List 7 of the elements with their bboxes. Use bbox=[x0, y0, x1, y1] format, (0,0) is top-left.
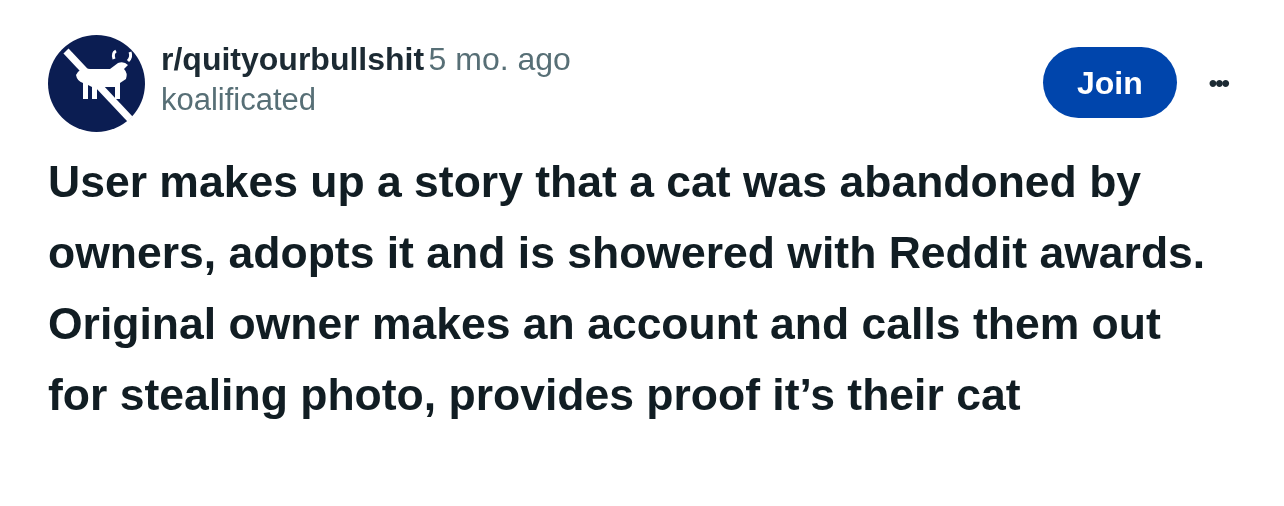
subreddit-name[interactable]: r/quityourbullshit bbox=[161, 41, 425, 77]
author-name[interactable]: koalificated bbox=[161, 83, 1043, 118]
post-time: 5 mo. ago bbox=[428, 41, 571, 77]
community-avatar-icon bbox=[48, 35, 145, 132]
join-button[interactable]: Join bbox=[1043, 47, 1177, 118]
post-title: User makes up a story that a cat was abandoned by owners, adopts it and is showered with Reddit awards. Original owner makes an account and calls them out for stealing photo, provides proof it’s their cat bbox=[48, 156, 1207, 421]
more-button[interactable]: ••• bbox=[1200, 64, 1236, 101]
